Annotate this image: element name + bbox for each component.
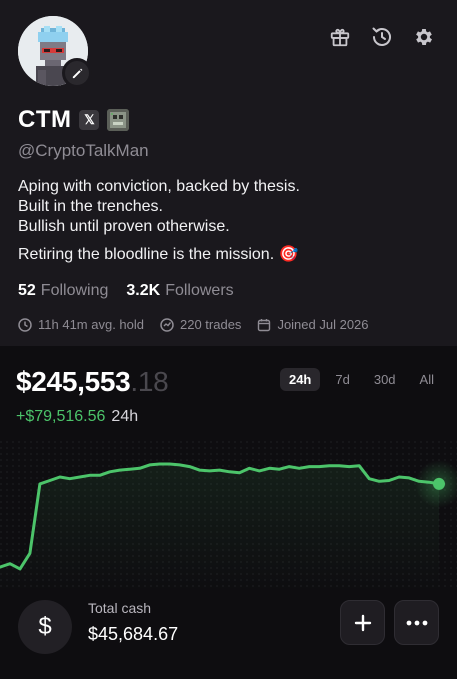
history-button[interactable] (369, 24, 395, 50)
gift-button[interactable] (327, 24, 353, 50)
followers-link[interactable]: 3.2K Followers (126, 282, 233, 300)
bio-spacer (18, 237, 300, 245)
x-link-icon[interactable]: 𝕏 (79, 110, 100, 130)
following-link[interactable]: 52 Following (18, 282, 108, 300)
balance-dollars: $245,553 (16, 366, 131, 397)
time-range-selector: 24h 7d 30d All (279, 368, 443, 391)
display-name: CTM (18, 106, 72, 133)
balance-cents: .18 (130, 366, 169, 397)
chart-end-point (433, 477, 445, 490)
nft-badge-icon[interactable] (107, 109, 130, 131)
avg-hold-stat: 11h 41m avg. hold (18, 317, 144, 332)
more-options-button[interactable] (394, 600, 439, 645)
bio-line: Bullish until proven otherwise. (18, 218, 230, 235)
settings-icon (416, 29, 432, 45)
calendar-icon (258, 318, 271, 331)
trades-icon (160, 317, 174, 332)
following-count: 52 (18, 282, 36, 299)
plus-icon (354, 614, 371, 631)
portfolio-chart[interactable] (0, 441, 457, 591)
pnl-row: +$79,516.56 24h (16, 408, 138, 426)
name-row: CTM 𝕏 (18, 106, 130, 134)
joined-text: Joined Jul 2026 (277, 317, 369, 332)
pnl-period: 24h (111, 408, 139, 425)
bio: Aping with conviction, backed by thesis.… (18, 177, 300, 265)
top-actions (327, 24, 437, 50)
avatar-wrap[interactable] (18, 16, 92, 88)
profile-header: CTM 𝕏 @CryptoTalkMan Aping with convicti… (0, 0, 457, 346)
add-cash-button[interactable] (340, 600, 385, 645)
bio-line: Built in the trenches. (18, 198, 163, 215)
username-handle: @CryptoTalkMan (18, 141, 149, 160)
chart-area (0, 464, 439, 591)
range-all[interactable]: All (411, 368, 443, 391)
portfolio-balance: $245,553.18 (16, 366, 169, 398)
trades-text: 220 trades (180, 317, 242, 332)
cash-icon: $ (18, 600, 72, 654)
avg-hold-text: 11h 41m avg. hold (38, 317, 144, 332)
trades-stat: 220 trades (160, 317, 241, 332)
cash-value: $45,684.67 (88, 624, 179, 644)
more-dots-icon (406, 620, 427, 625)
range-24h[interactable]: 24h (279, 368, 321, 391)
history-icon (372, 27, 391, 46)
portfolio-section: $245,553.18 +$79,516.56 24h 24h 7d 30d A… (0, 346, 457, 679)
cash-label: Total cash (88, 600, 152, 616)
followers-label: Followers (165, 282, 234, 299)
pnl-change: +$79,516.56 (16, 408, 106, 425)
bio-mission: Retiring the bloodline is the mission. 🎯 (18, 246, 299, 263)
edit-avatar-button[interactable] (62, 58, 92, 88)
follow-stats: 52 Following 3.2K Followers (18, 282, 234, 300)
following-label: Following (40, 282, 109, 299)
bio-line: Aping with conviction, backed by thesis. (18, 178, 300, 195)
settings-button[interactable] (411, 24, 437, 50)
pencil-icon (72, 68, 82, 78)
followers-count: 3.2K (126, 282, 161, 299)
profile-meta: 11h 41m avg. hold 220 trades Joined Jul … (18, 317, 369, 332)
gift-icon (330, 28, 350, 47)
joined-stat: Joined Jul 2026 (257, 317, 369, 332)
range-7d[interactable]: 7d (326, 368, 358, 391)
pixel-badge-art (107, 109, 130, 131)
range-30d[interactable]: 30d (365, 368, 405, 391)
clock-icon (18, 317, 32, 332)
